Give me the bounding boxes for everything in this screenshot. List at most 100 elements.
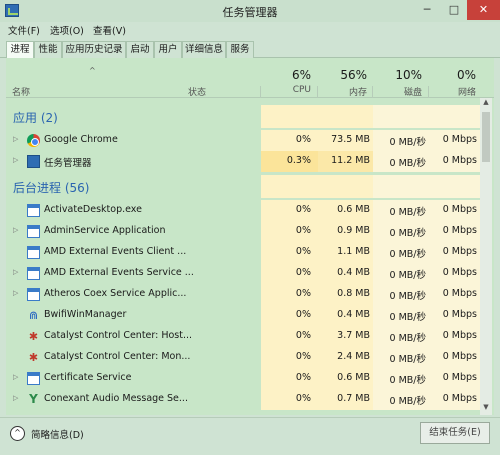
tab-users[interactable]: 用户 <box>154 41 182 58</box>
scroll-up-icon[interactable]: ▲ <box>480 98 492 109</box>
close-button[interactable]: ✕ <box>467 0 500 20</box>
disk-value: 0 MB/秒 <box>389 207 426 218</box>
catalyst-icon: ✱ <box>28 351 39 364</box>
cpu-value: 0% <box>295 267 311 278</box>
expand-arrow-icon[interactable]: ▷ <box>13 268 18 276</box>
cpu-value: 0% <box>295 225 311 236</box>
group-header-apps[interactable]: 应用 (2) <box>6 105 480 128</box>
title-bar: 任务管理器 ─ □ ✕ <box>0 0 500 22</box>
cpu-value: 0% <box>295 372 311 383</box>
column-network[interactable]: 网络 <box>426 85 476 98</box>
footer-bar: ^ 简略信息(D) 结束任务(E) <box>0 417 500 455</box>
minimize-button[interactable]: ─ <box>413 0 441 20</box>
expand-arrow-icon[interactable]: ▷ <box>13 156 18 164</box>
end-task-button[interactable]: 结束任务(E) <box>420 422 490 444</box>
group-title-background: 后台进程 (56) <box>13 181 90 195</box>
chevron-up-icon[interactable]: ^ <box>10 426 25 441</box>
scroll-thumb[interactable] <box>482 112 490 162</box>
group-header-background[interactable]: 后台进程 (56) <box>6 175 480 198</box>
expand-arrow-icon[interactable]: ▷ <box>13 394 18 402</box>
disk-value: 0 MB/秒 <box>389 312 426 323</box>
expand-arrow-icon[interactable]: ▷ <box>13 373 18 381</box>
tab-services[interactable]: 服务 <box>226 41 254 58</box>
table-row[interactable]: ActivateDesktop.exe 0% 0.6 MB 0 MB/秒 0 M… <box>6 200 480 221</box>
process-list: ^ 名称 状态 6% CPU 56% 内存 10% 磁盘 0% 网络 应用 (2… <box>6 58 494 415</box>
column-header: ^ 名称 状态 6% CPU 56% 内存 10% 磁盘 0% 网络 <box>6 58 494 98</box>
process-name: Google Chrome <box>44 134 118 145</box>
tab-bar: 进程 性能 应用历史记录 启动 用户 详细信息 服务 <box>0 40 500 59</box>
memory-value: 2.4 MB <box>337 351 370 362</box>
table-row[interactable]: ✱ Catalyst Control Center: Host... 0% 3.… <box>6 326 480 347</box>
process-name: Catalyst Control Center: Host... <box>44 330 193 341</box>
expand-arrow-icon[interactable]: ▷ <box>13 135 18 143</box>
network-value: 0 Mbps <box>442 330 477 341</box>
memory-total: 56% <box>340 68 367 82</box>
network-value: 0 Mbps <box>442 288 477 299</box>
process-name: Certificate Service <box>44 372 132 383</box>
table-row[interactable]: ▷ Atheros Coex Service Applic... 0% 0.8 … <box>6 284 480 305</box>
disk-value: 0 MB/秒 <box>389 249 426 260</box>
tab-processes[interactable]: 进程 <box>6 41 34 59</box>
disk-value: 0 MB/秒 <box>389 375 426 386</box>
network-value: 0 Mbps <box>442 155 477 166</box>
memory-value: 0.9 MB <box>337 225 370 236</box>
table-row[interactable]: ✱ Catalyst Control Center: Mon... 0% 2.4… <box>6 347 480 368</box>
window-icon <box>27 204 40 217</box>
catalyst-icon: ✱ <box>28 330 39 343</box>
process-name: Conexant Audio Message Se... <box>44 393 188 404</box>
memory-value: 0.6 MB <box>337 372 370 383</box>
window-icon <box>27 246 40 259</box>
group-title-apps: 应用 (2) <box>13 111 58 125</box>
menu-options[interactable]: 选项(O) <box>50 23 84 37</box>
expand-arrow-icon[interactable]: ▷ <box>13 289 18 297</box>
expand-arrow-icon[interactable]: ▷ <box>13 226 18 234</box>
process-rows: 应用 (2) ▷ Google Chrome 0% 73.5 MB 0 MB/秒… <box>6 99 480 415</box>
column-memory[interactable]: 内存 <box>317 85 367 98</box>
cpu-value: 0% <box>295 351 311 362</box>
disk-value: 0 MB/秒 <box>389 396 426 407</box>
fewer-details-link[interactable]: 简略信息(D) <box>31 427 84 441</box>
table-row[interactable]: ▷ AMD External Events Service ... 0% 0.4… <box>6 263 480 284</box>
tab-startup[interactable]: 启动 <box>126 41 154 58</box>
table-row[interactable]: ⋒ BwifiWinManager 0% 0.4 MB 0 MB/秒 0 Mbp… <box>6 305 480 326</box>
table-row[interactable]: AMD External Events Client ... 0% 1.1 MB… <box>6 242 480 263</box>
table-row[interactable]: ▷ 任务管理器 0.3% 11.2 MB 0 MB/秒 0 Mbps <box>6 151 480 172</box>
window-icon <box>27 288 40 301</box>
column-status[interactable]: 状态 <box>188 85 206 98</box>
task-manager-icon <box>27 155 40 168</box>
vertical-scrollbar[interactable]: ▲ ▼ <box>480 98 492 415</box>
table-row[interactable]: ▷ Certificate Service 0% 0.6 MB 0 MB/秒 0… <box>6 368 480 389</box>
process-name: 任务管理器 <box>44 158 92 169</box>
network-value: 0 Mbps <box>442 246 477 257</box>
column-disk[interactable]: 磁盘 <box>372 85 422 98</box>
menu-file[interactable]: 文件(F) <box>8 23 40 37</box>
table-row[interactable]: ▷ Google Chrome 0% 73.5 MB 0 MB/秒 0 Mbps <box>6 130 480 151</box>
maximize-button[interactable]: □ <box>441 0 467 20</box>
column-name[interactable]: 名称 <box>12 85 30 98</box>
process-name: BwifiWinManager <box>44 309 127 320</box>
memory-value: 3.7 MB <box>337 330 370 341</box>
menu-view[interactable]: 查看(V) <box>93 23 126 37</box>
chrome-icon <box>27 134 40 147</box>
tab-details[interactable]: 详细信息 <box>182 41 226 58</box>
memory-value: 73.5 MB <box>331 134 370 145</box>
memory-value: 0.6 MB <box>337 204 370 215</box>
memory-value: 0.4 MB <box>337 267 370 278</box>
process-name: AMD External Events Client ... <box>44 246 187 257</box>
tab-performance[interactable]: 性能 <box>34 41 62 58</box>
memory-value: 0.4 MB <box>337 309 370 320</box>
network-value: 0 Mbps <box>442 372 477 383</box>
disk-value: 0 MB/秒 <box>389 137 426 148</box>
tab-app-history[interactable]: 应用历史记录 <box>62 41 126 58</box>
column-cpu[interactable]: CPU <box>261 85 311 95</box>
process-name: ActivateDesktop.exe <box>44 204 142 215</box>
table-row[interactable]: ▷ AdminService Application 0% 0.9 MB 0 M… <box>6 221 480 242</box>
network-value: 0 Mbps <box>442 225 477 236</box>
disk-value: 0 MB/秒 <box>389 291 426 302</box>
table-row[interactable]: ▷ Y Conexant Audio Message Se... 0% 0.7 … <box>6 389 480 410</box>
process-name: AMD External Events Service ... <box>44 267 194 278</box>
scroll-down-icon[interactable]: ▼ <box>480 403 492 414</box>
cpu-value: 0% <box>295 330 311 341</box>
network-value: 0 Mbps <box>442 204 477 215</box>
process-name: Atheros Coex Service Applic... <box>44 288 187 299</box>
